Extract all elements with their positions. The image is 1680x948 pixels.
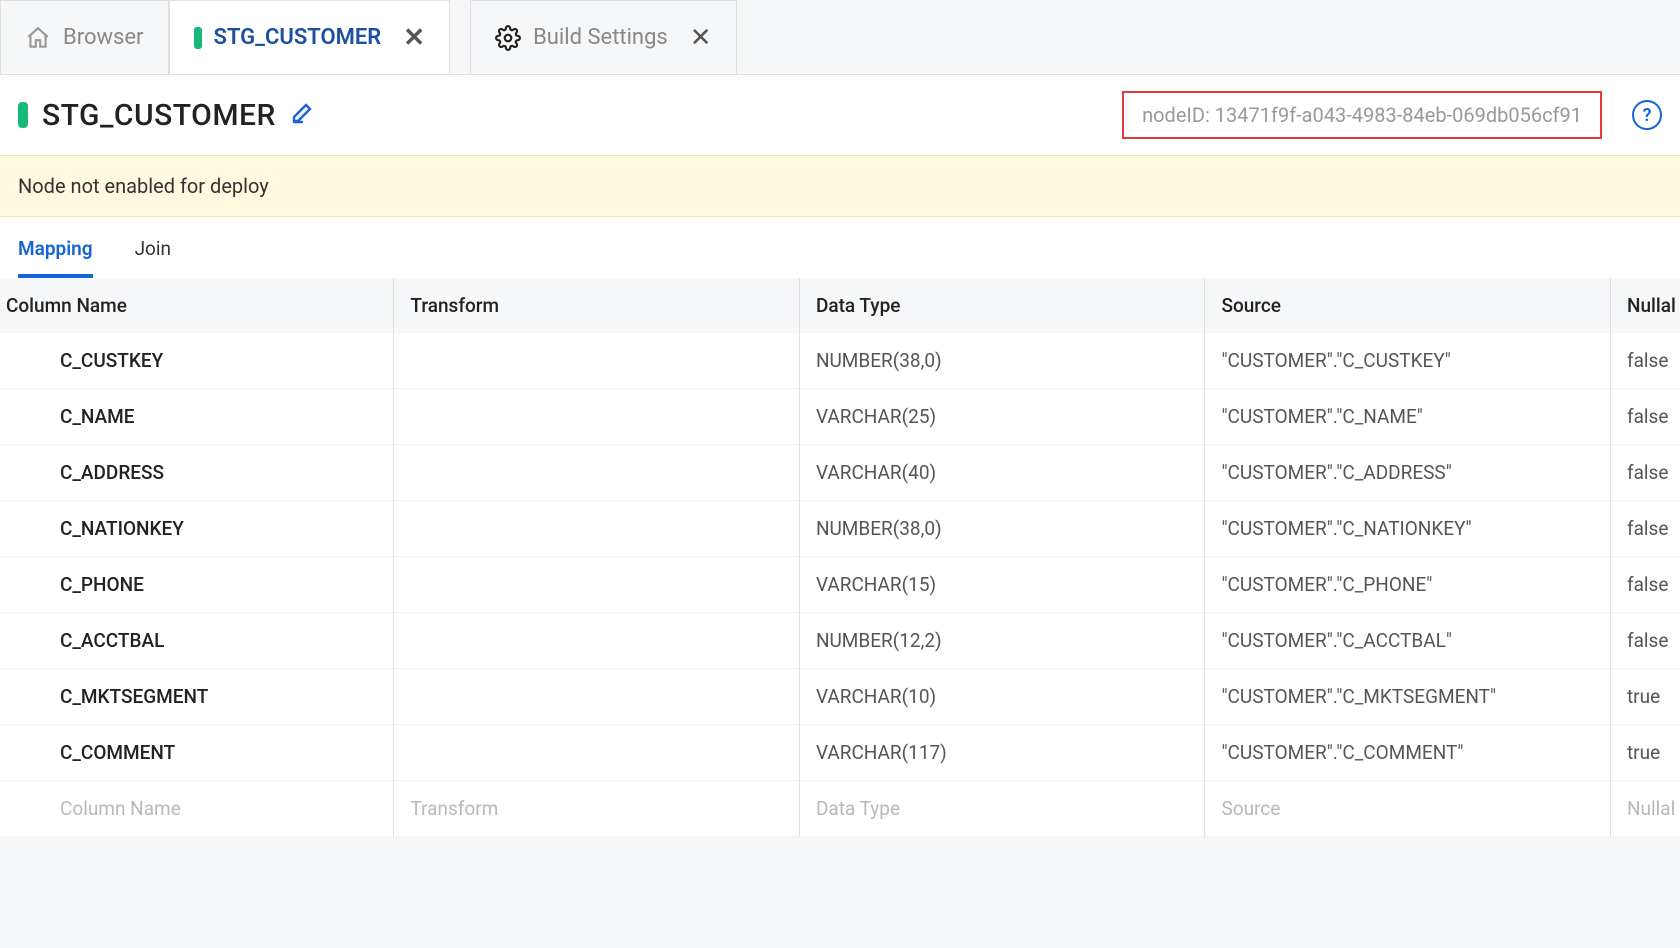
node-id-text: nodeID: 13471f9f-a043-4983-84eb-069db056… <box>1142 103 1582 127</box>
cell-datatype[interactable]: NUMBER(38,0) <box>799 501 1205 557</box>
tab-build-settings[interactable]: Build Settings ✕ <box>470 0 737 74</box>
cell-nullable[interactable]: false <box>1610 613 1680 669</box>
table-row[interactable]: C_NAME VARCHAR(25)"CUSTOMER"."C_NAME"fals… <box>0 389 1680 445</box>
sub-tab-mapping-label: Mapping <box>18 237 93 260</box>
cell-column-name[interactable]: C_ACCTBAL <box>0 613 394 669</box>
col-header-name[interactable]: Column Name <box>0 278 394 333</box>
table-row[interactable]: C_COMMENT VARCHAR(117)"CUSTOMER"."C_COMME… <box>0 725 1680 781</box>
node-marker-icon <box>18 102 28 128</box>
col-header-source[interactable]: Source <box>1205 278 1611 333</box>
tab-browser[interactable]: Browser <box>0 0 169 74</box>
table-row[interactable]: C_ADDRESS VARCHAR(40)"CUSTOMER"."C_ADDRES… <box>0 445 1680 501</box>
cell-datatype[interactable]: NUMBER(12,2) <box>799 613 1205 669</box>
tab-build-settings-label: Build Settings <box>533 25 668 50</box>
sub-tab-join-label: Join <box>135 237 171 260</box>
cell-transform[interactable] <box>394 557 800 613</box>
cell-datatype[interactable]: VARCHAR(25) <box>799 389 1205 445</box>
tab-bar: Browser STG_CUSTOMER ✕ Build Settings ✕ <box>0 0 1680 75</box>
cell-column-name[interactable]: C_CUSTKEY <box>0 333 394 389</box>
node-id-box: nodeID: 13471f9f-a043-4983-84eb-069db056… <box>1122 91 1602 139</box>
cell-transform[interactable] <box>394 445 800 501</box>
title-row: STG_CUSTOMER nodeID: 13471f9f-a043-4983-… <box>0 75 1680 155</box>
cell-datatype[interactable]: VARCHAR(40) <box>799 445 1205 501</box>
table-row[interactable]: C_PHONE VARCHAR(15)"CUSTOMER"."C_PHONE"fa… <box>0 557 1680 613</box>
cell-nullable[interactable]: true <box>1610 725 1680 781</box>
cell-source[interactable]: "CUSTOMER"."C_CUSTKEY" <box>1205 333 1611 389</box>
cell-column-name[interactable]: C_COMMENT <box>0 725 394 781</box>
cell-transform[interactable] <box>394 389 800 445</box>
cell-nullable[interactable]: false <box>1610 557 1680 613</box>
page-title: STG_CUSTOMER <box>42 98 276 133</box>
placeholder-nullable[interactable]: Nullal <box>1610 781 1680 837</box>
table-row[interactable]: C_NATIONKEY NUMBER(38,0)"CUSTOMER"."C_NAT… <box>0 501 1680 557</box>
warning-banner: Node not enabled for deploy <box>0 155 1680 217</box>
cell-datatype[interactable]: VARCHAR(10) <box>799 669 1205 725</box>
tab-stg-customer[interactable]: STG_CUSTOMER ✕ <box>169 0 451 74</box>
cell-source[interactable]: "CUSTOMER"."C_MKTSEGMENT" <box>1205 669 1611 725</box>
placeholder-source[interactable]: Source <box>1205 781 1611 837</box>
sub-tabs: Mapping Join <box>0 217 1680 278</box>
edit-icon[interactable] <box>290 101 314 129</box>
cell-datatype[interactable]: VARCHAR(15) <box>799 557 1205 613</box>
cell-source[interactable]: "CUSTOMER"."C_NATIONKEY" <box>1205 501 1611 557</box>
warning-text: Node not enabled for deploy <box>18 174 269 198</box>
cell-source[interactable]: "CUSTOMER"."C_NAME" <box>1205 389 1611 445</box>
cell-column-name[interactable]: C_PHONE <box>0 557 394 613</box>
cell-column-name[interactable]: C_NATIONKEY <box>0 501 394 557</box>
table-row-placeholder[interactable]: Column NameTransformData TypeSourceNulla… <box>0 781 1680 837</box>
col-header-datatype[interactable]: Data Type <box>799 278 1205 333</box>
sub-tab-join[interactable]: Join <box>135 237 171 278</box>
mapping-table: Column Name Transform Data Type Source N… <box>0 278 1680 837</box>
table-row[interactable]: C_ACCTBAL NUMBER(12,2)"CUSTOMER"."C_ACCTB… <box>0 613 1680 669</box>
cell-nullable[interactable]: false <box>1610 501 1680 557</box>
close-icon[interactable]: ✕ <box>403 23 425 53</box>
table-row[interactable]: C_MKTSEGMENT VARCHAR(10)"CUSTOMER"."C_MKT… <box>0 669 1680 725</box>
cell-transform[interactable] <box>394 333 800 389</box>
cell-nullable[interactable]: true <box>1610 669 1680 725</box>
table-row[interactable]: C_CUSTKEY NUMBER(38,0)"CUSTOMER"."C_CUSTK… <box>0 333 1680 389</box>
tab-active-label: STG_CUSTOMER <box>214 25 382 50</box>
cell-nullable[interactable]: false <box>1610 389 1680 445</box>
cell-source[interactable]: "CUSTOMER"."C_ADDRESS" <box>1205 445 1611 501</box>
home-icon <box>25 25 51 51</box>
cell-transform[interactable] <box>394 501 800 557</box>
node-marker-icon <box>194 27 202 49</box>
cell-source[interactable]: "CUSTOMER"."C_PHONE" <box>1205 557 1611 613</box>
cell-transform[interactable] <box>394 613 800 669</box>
sub-tab-mapping[interactable]: Mapping <box>18 237 93 278</box>
cell-column-name[interactable]: C_MKTSEGMENT <box>0 669 394 725</box>
cell-datatype[interactable]: NUMBER(38,0) <box>799 333 1205 389</box>
placeholder-datatype[interactable]: Data Type <box>799 781 1205 837</box>
tab-browser-label: Browser <box>63 25 144 50</box>
placeholder-column-name[interactable]: Column Name <box>0 781 394 837</box>
help-icon[interactable]: ? <box>1632 100 1662 130</box>
cell-source[interactable]: "CUSTOMER"."C_COMMENT" <box>1205 725 1611 781</box>
gear-icon <box>495 25 521 51</box>
cell-column-name[interactable]: C_NAME <box>0 389 394 445</box>
cell-datatype[interactable]: VARCHAR(117) <box>799 725 1205 781</box>
cell-column-name[interactable]: C_ADDRESS <box>0 445 394 501</box>
placeholder-transform[interactable]: Transform <box>394 781 800 837</box>
close-icon[interactable]: ✕ <box>690 23 712 53</box>
cell-transform[interactable] <box>394 725 800 781</box>
table-header-row: Column Name Transform Data Type Source N… <box>0 278 1680 333</box>
cell-transform[interactable] <box>394 669 800 725</box>
cell-nullable[interactable]: false <box>1610 445 1680 501</box>
col-header-transform[interactable]: Transform <box>394 278 800 333</box>
col-header-nullable[interactable]: Nullal <box>1610 278 1680 333</box>
cell-source[interactable]: "CUSTOMER"."C_ACCTBAL" <box>1205 613 1611 669</box>
cell-nullable[interactable]: false <box>1610 333 1680 389</box>
